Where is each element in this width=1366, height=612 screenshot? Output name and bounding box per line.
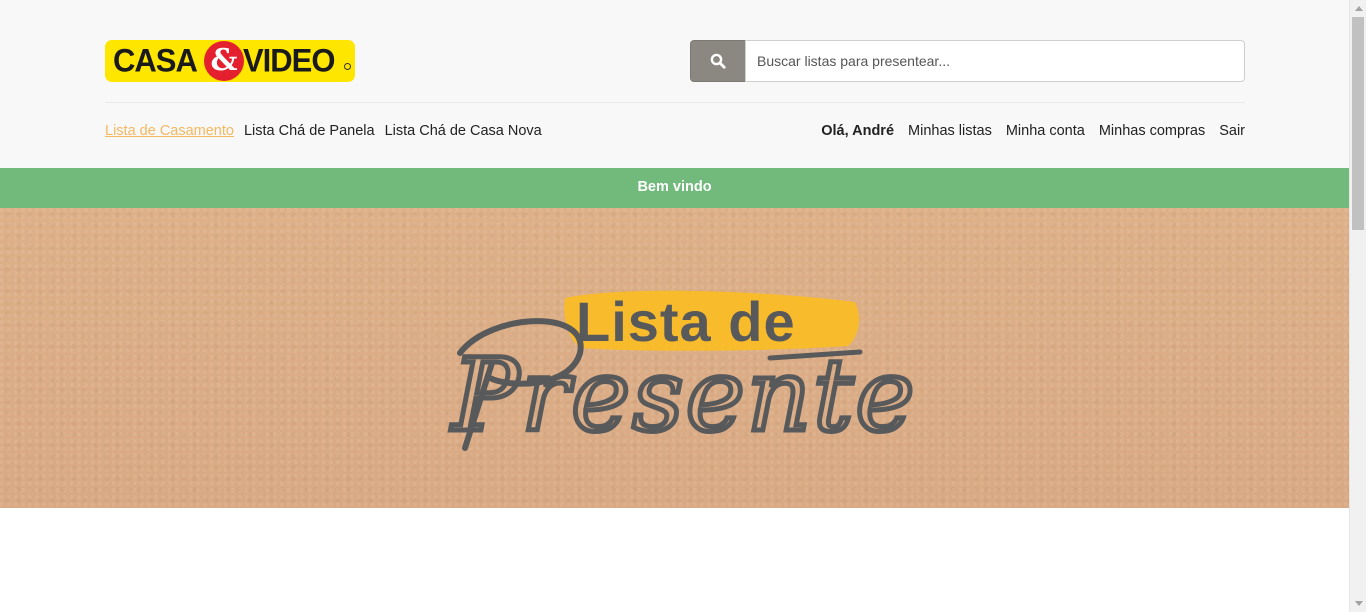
search-icon bbox=[710, 53, 726, 69]
search-bar bbox=[690, 40, 1245, 82]
registered-mark-icon bbox=[344, 63, 351, 70]
scrollbar-thumb[interactable] bbox=[1352, 17, 1364, 230]
lista-de-presente-logo: Lista de Presente bbox=[448, 290, 918, 457]
casa-video-logo[interactable]: CASA & VIDEO bbox=[105, 40, 355, 82]
scroll-down-arrow-icon[interactable] bbox=[1350, 595, 1366, 612]
header-divider bbox=[105, 102, 1245, 103]
welcome-text: Bem vindo bbox=[637, 179, 712, 195]
welcome-banner: Bem vindo bbox=[0, 168, 1349, 208]
search-input[interactable] bbox=[745, 40, 1245, 82]
list-type-nav: Lista de Casamento Lista Chá de Panela L… bbox=[105, 123, 542, 139]
nav-link-lista-cha-de-casa-nova[interactable]: Lista Chá de Casa Nova bbox=[385, 123, 542, 139]
logo-ampersand: & bbox=[204, 41, 244, 81]
nav-link-sair[interactable]: Sair bbox=[1219, 123, 1245, 139]
nav-link-lista-cha-de-panela[interactable]: Lista Chá de Panela bbox=[244, 123, 375, 139]
nav-link-minhas-compras[interactable]: Minhas compras bbox=[1099, 123, 1205, 139]
page-scrollbar[interactable] bbox=[1349, 0, 1366, 612]
hero-banner: Lista de Presente bbox=[0, 208, 1349, 508]
account-nav: Olá, André Minhas listas Minha conta Min… bbox=[821, 123, 1245, 139]
nav-link-lista-de-casamento[interactable]: Lista de Casamento bbox=[105, 123, 234, 139]
nav-link-minhas-listas[interactable]: Minhas listas bbox=[908, 123, 992, 139]
logo-word-video: VIDEO bbox=[243, 42, 335, 79]
site-header: CASA & VIDEO Lista de Casamento Lista Ch… bbox=[0, 0, 1349, 168]
user-greeting: Olá, André bbox=[821, 123, 895, 139]
search-button[interactable] bbox=[690, 40, 746, 82]
page: CASA & VIDEO Lista de Casamento Lista Ch… bbox=[0, 0, 1349, 612]
scroll-up-arrow-icon[interactable] bbox=[1350, 0, 1366, 17]
logo-word-casa: CASA bbox=[113, 42, 198, 79]
nav-link-minha-conta[interactable]: Minha conta bbox=[1006, 123, 1085, 139]
